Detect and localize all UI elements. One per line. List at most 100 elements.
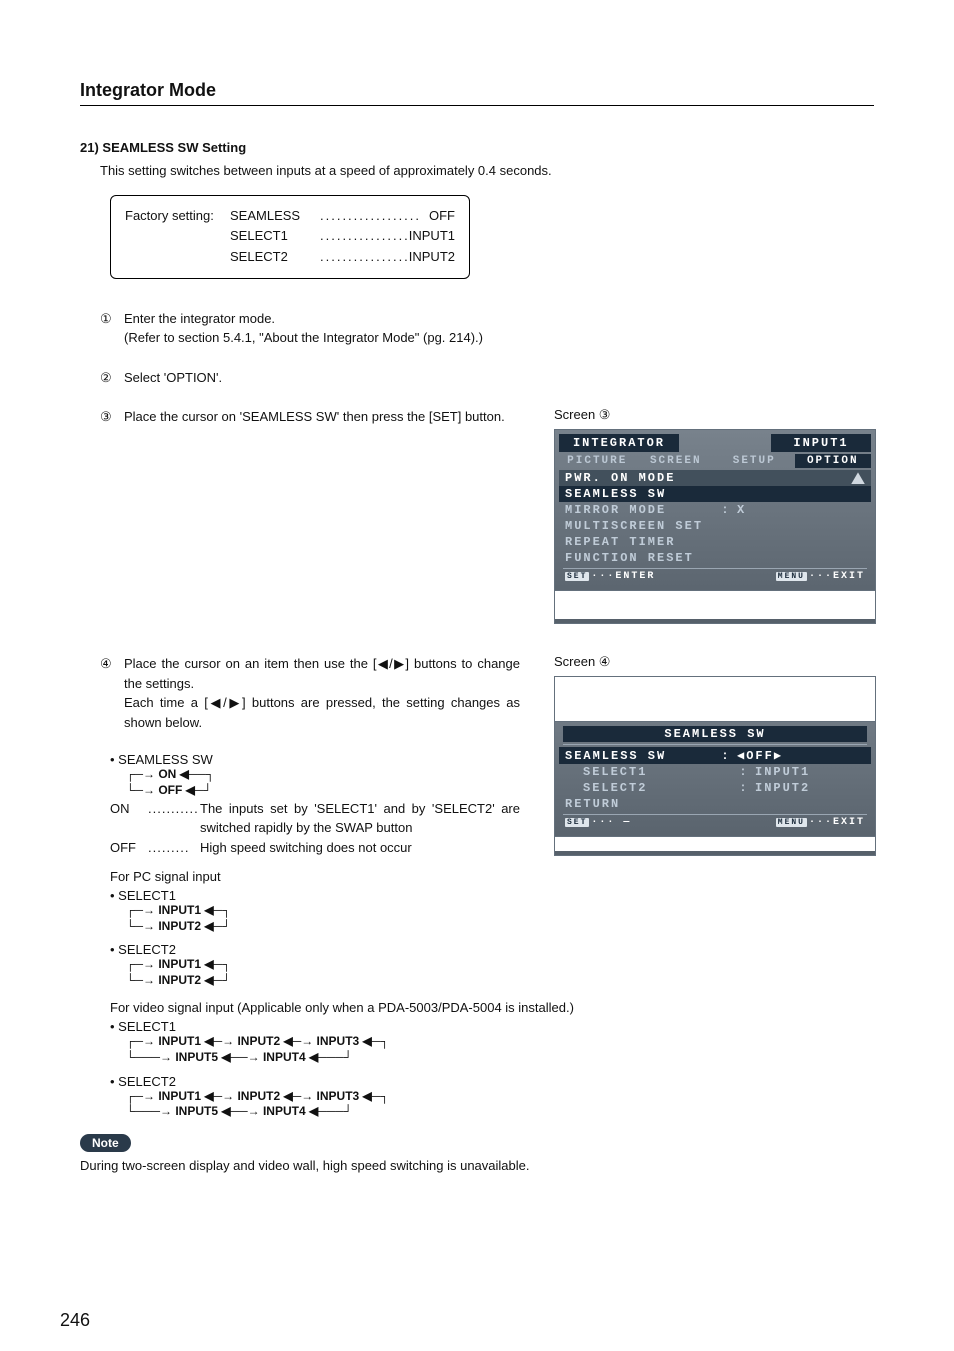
page-number: 246 (60, 1310, 90, 1331)
osd-item: SELECT1 (565, 765, 733, 779)
footer-right: ···EXIT (809, 817, 865, 828)
cycle-item: INPUT3 (317, 1034, 360, 1048)
step-number: ③ (100, 407, 124, 427)
dots: ......... (148, 838, 200, 858)
step-1: ① Enter the integrator mode. (Refer to s… (100, 309, 530, 348)
osd-row: REPEAT TIMER (559, 534, 871, 550)
footer-left: ··· — (591, 817, 631, 828)
step-number: ① (100, 309, 124, 348)
osd-item: FUNCTION RESET (565, 551, 715, 565)
osd-item: RETURN (565, 797, 715, 811)
def-off: OFF ......... High speed switching does … (110, 838, 520, 858)
step-text: Each time a [◀/▶] buttons are pressed, t… (124, 693, 520, 732)
osd-tab: SETUP (716, 454, 793, 468)
osd-row: SELECT2 : INPUT2 (559, 780, 871, 796)
osd-tab-active: OPTION (795, 454, 872, 468)
def-val: High speed switching does not occur (200, 838, 520, 858)
bullet-select2: • SELECT2 (110, 1074, 874, 1089)
def-on: ON ........... The inputs set by 'SELECT… (110, 799, 520, 838)
arrow-up-icon (851, 472, 865, 484)
step-3: ③ Place the cursor on 'SEAMLESS SW' then… (100, 407, 520, 427)
cycle-diagram-5: ┌─→ INPUT1 ◀─→ INPUT2 ◀─→ INPUT3 ◀─┐ └──… (126, 1089, 874, 1120)
osd-item: MULTISCREEN SET (565, 519, 715, 533)
step-number: ④ (100, 654, 124, 732)
cycle-diagram: ┌─→ INPUT1 ◀─┐ └─→ INPUT2 ◀─┘ (126, 957, 520, 988)
cycle-item: INPUT2 (158, 919, 201, 933)
cycle-diagram: ┌─→ INPUT1 ◀─┐ └─→ INPUT2 ◀─┘ (126, 903, 520, 934)
osd-item: SEAMLESS SW (565, 749, 715, 763)
set-tag: SET (565, 572, 589, 581)
menu-tag: MENU (776, 818, 807, 827)
menu-tag: MENU (776, 572, 807, 581)
bullet-select1: • SELECT1 (110, 1019, 874, 1034)
cycle-diagram: ┌─→ ON ◀──┐ └─→ OFF ◀─┘ (126, 767, 520, 798)
cycle-item: INPUT5 (175, 1104, 218, 1118)
cycle-item: INPUT2 (237, 1034, 280, 1048)
cycle-item: INPUT1 (158, 1089, 201, 1103)
osd-row-selected: SEAMLESS SW (559, 486, 871, 502)
dots: .................. (320, 206, 429, 227)
set-tag: SET (565, 818, 589, 827)
osd-tabs: PICTURE SCREEN SETUP OPTION (559, 454, 871, 468)
step-text: Place the cursor on 'SEAMLESS SW' then p… (124, 407, 520, 427)
note-text: During two-screen display and video wall… (80, 1158, 874, 1173)
cycle-item: INPUT1 (158, 903, 201, 917)
colon: : (739, 781, 749, 795)
intro-text: This setting switches between inputs at … (100, 161, 874, 181)
osd-item: REPEAT TIMER (565, 535, 715, 549)
factory-val: INPUT2 (409, 247, 455, 268)
cycle-item: INPUT2 (237, 1089, 280, 1103)
cycle-item: INPUT1 (158, 1034, 201, 1048)
factory-val: OFF (429, 206, 455, 227)
def-key: ON (110, 799, 148, 838)
step-text: Place the cursor on an item then use the… (124, 654, 520, 693)
osd-item: MIRROR MODE (565, 503, 715, 517)
osd-value: INPUT2 (755, 781, 865, 795)
osd-footer: SET···ENTER MENU···EXIT (559, 571, 871, 582)
osd-mode-chip: INTEGRATOR (559, 434, 679, 452)
cycle-on: ON (158, 767, 176, 781)
page-title: Integrator Mode (80, 80, 874, 106)
step-number: ② (100, 368, 124, 388)
subsection-heading: 21) SEAMLESS SW Setting (80, 140, 874, 155)
video-heading: For video signal input (Applicable only … (110, 1000, 810, 1015)
bullet-select2: • SELECT2 (110, 942, 520, 957)
osd-row: MULTISCREEN SET (559, 518, 871, 534)
bullet-seamless: • SEAMLESS SW (110, 752, 520, 767)
note-badge: Note (80, 1134, 131, 1152)
step-text: Select 'OPTION'. (124, 368, 530, 388)
osd-screen-3: INTEGRATOR INPUT1 PICTURE SCREEN SETUP O… (554, 429, 876, 624)
pc-heading: For PC signal input (110, 869, 520, 884)
colon: : (721, 503, 731, 517)
osd-row: PWR. ON MODE (559, 470, 871, 486)
footer-left: ···ENTER (591, 571, 655, 582)
factory-key: SELECT2 (230, 247, 320, 268)
cycle-item: INPUT4 (263, 1050, 306, 1064)
def-val: The inputs set by 'SELECT1' and by 'SELE… (200, 799, 520, 838)
osd-row: RETURN (559, 796, 871, 812)
osd-row: MIRROR MODE : X (559, 502, 871, 518)
osd-item: SEAMLESS SW (565, 487, 715, 501)
osd-item: SELECT2 (565, 781, 733, 795)
dots: ....................... (320, 226, 409, 247)
factory-setting-box: Factory setting: SEAMLESS ..............… (110, 195, 470, 279)
osd-value: X (737, 503, 865, 517)
colon: : (721, 749, 731, 763)
step-text: Enter the integrator mode. (124, 309, 530, 329)
osd-tab: PICTURE (559, 454, 636, 468)
bullet-select1: • SELECT1 (110, 888, 520, 903)
factory-key: SEAMLESS (230, 206, 320, 227)
page: Integrator Mode 21) SEAMLESS SW Setting … (0, 0, 954, 1351)
osd-row-selected: SEAMLESS SW : ◀OFF▶ (559, 747, 871, 764)
def-key: OFF (110, 838, 148, 858)
osd-tab: SCREEN (638, 454, 715, 468)
osd-row: SELECT1 : INPUT1 (559, 764, 871, 780)
screen-label: Screen ④ (554, 654, 874, 670)
osd-row: FUNCTION RESET (559, 550, 871, 566)
dots: ....................... (320, 247, 409, 268)
step-4: ④ Place the cursor on an item then use t… (100, 654, 520, 732)
cycle-item: INPUT4 (263, 1104, 306, 1118)
osd-footer: SET··· — MENU···EXIT (559, 817, 871, 828)
osd-item: PWR. ON MODE (565, 471, 715, 485)
factory-val: INPUT1 (409, 226, 455, 247)
